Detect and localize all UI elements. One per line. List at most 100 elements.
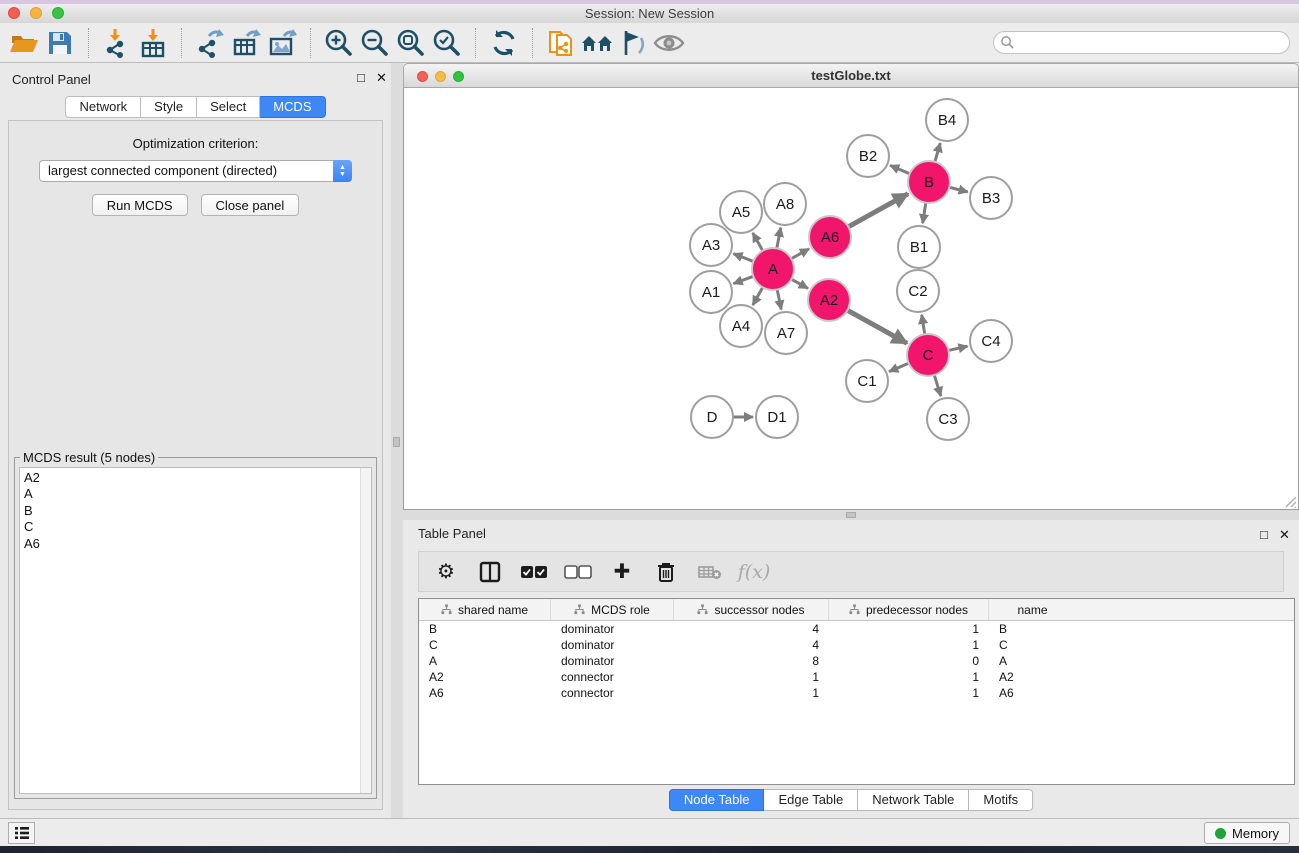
control-panel-close-icon[interactable]: ✕ <box>376 70 387 86</box>
cell-shared-name[interactable]: B <box>419 621 551 637</box>
save-session-button[interactable] <box>42 26 78 60</box>
graph-node-C2[interactable]: C2 <box>897 270 939 312</box>
edge-A-A4[interactable] <box>753 287 763 305</box>
export-network-to-ndex-button[interactable] <box>543 26 579 60</box>
edge-C-C1[interactable] <box>889 363 909 371</box>
cell-name[interactable]: C <box>989 637 1076 653</box>
close-window-button[interactable] <box>8 7 20 19</box>
edge-A-A7[interactable] <box>777 290 781 310</box>
splitter-handle[interactable] <box>846 512 856 518</box>
graph-node-D[interactable]: D <box>691 396 733 438</box>
edge-A-A6[interactable] <box>791 249 809 259</box>
column-header-successor-nodes[interactable]: successor nodes <box>674 599 829 620</box>
tab-select[interactable]: Select <box>197 96 260 118</box>
cell-successor-nodes[interactable]: 4 <box>674 621 829 637</box>
splitter-handle[interactable] <box>393 437 400 447</box>
cell-mcds-role[interactable]: dominator <box>551 621 674 637</box>
graph-node-C[interactable]: C <box>907 334 949 376</box>
maximize-window-button[interactable] <box>52 7 64 19</box>
cell-mcds-role[interactable]: connector <box>551 669 674 685</box>
hide-graphics-details-button[interactable] <box>615 26 651 60</box>
table-row[interactable]: A6 connector 1 1 A6 <box>419 685 1294 701</box>
column-header-mcds-role[interactable]: MCDS role <box>551 599 674 620</box>
tab-mcds[interactable]: MCDS <box>260 96 325 118</box>
graph-node-A6[interactable]: A6 <box>809 216 851 258</box>
mcds-result-item[interactable]: C <box>24 519 371 535</box>
run-mcds-button[interactable]: Run MCDS <box>92 194 188 216</box>
mcds-result-item[interactable]: B <box>24 503 371 519</box>
window-resize-grip[interactable] <box>1283 494 1297 508</box>
mcds-result-item[interactable]: A6 <box>24 536 371 552</box>
tab-edge-table[interactable]: Edge Table <box>764 789 858 811</box>
network-minimize-button[interactable] <box>435 71 446 82</box>
cell-predecessor-nodes[interactable]: 1 <box>829 669 989 685</box>
graph-node-C3[interactable]: C3 <box>927 398 969 440</box>
export-network-button[interactable] <box>192 26 228 60</box>
edge-A-A3[interactable] <box>733 254 753 262</box>
cell-predecessor-nodes[interactable]: 1 <box>829 621 989 637</box>
cell-predecessor-nodes[interactable]: 0 <box>829 653 989 669</box>
tab-node-table[interactable]: Node Table <box>669 789 765 811</box>
edge-A6-B[interactable] <box>848 194 908 227</box>
graph-node-A7[interactable]: A7 <box>765 312 807 354</box>
graph-node-A2[interactable]: A2 <box>808 279 850 321</box>
zoom-in-button[interactable] <box>321 26 357 60</box>
network-window-titlebar[interactable]: testGlobe.txt <box>403 63 1299 88</box>
network-graph[interactable]: AA1A2A3A4A5A6A7A8BB1B2B3B4CC1C2C3C4DD1 <box>404 88 1298 508</box>
network-close-button[interactable] <box>417 71 428 82</box>
apply-preferred-layout-button[interactable] <box>486 26 522 60</box>
graph-node-B[interactable]: B <box>908 161 950 203</box>
cell-mcds-role[interactable]: connector <box>551 685 674 701</box>
edge-C-C3[interactable] <box>934 375 941 396</box>
tab-network-table[interactable]: Network Table <box>858 789 969 811</box>
cell-successor-nodes[interactable]: 4 <box>674 637 829 653</box>
graph-node-B4[interactable]: B4 <box>926 99 968 141</box>
search-input[interactable] <box>993 31 1290 54</box>
graph-node-A8[interactable]: A8 <box>764 183 806 225</box>
tab-network[interactable]: Network <box>65 96 141 118</box>
select-all-columns-button[interactable] <box>519 557 549 587</box>
import-table-from-file-button[interactable] <box>135 26 171 60</box>
show-task-history-button[interactable] <box>8 822 35 844</box>
open-ndex-button[interactable] <box>579 26 615 60</box>
table-settings-button[interactable]: ⚙ <box>431 557 461 587</box>
column-browser-button[interactable] <box>475 557 505 587</box>
edge-B-B3[interactable] <box>949 187 967 192</box>
table-panel-close-icon[interactable]: ✕ <box>1279 527 1290 543</box>
edge-C-C4[interactable] <box>948 346 967 350</box>
tab-style[interactable]: Style <box>141 96 197 118</box>
cell-shared-name[interactable]: A6 <box>419 685 551 701</box>
cell-successor-nodes[interactable]: 1 <box>674 669 829 685</box>
cell-name[interactable]: B <box>989 621 1076 637</box>
delete-table-button[interactable] <box>695 557 725 587</box>
edge-A-A5[interactable] <box>753 233 763 251</box>
edge-C-C2[interactable] <box>922 315 925 335</box>
tab-motifs[interactable]: Motifs <box>969 789 1033 811</box>
function-builder-button[interactable]: f(x) <box>739 557 769 587</box>
export-image-button[interactable] <box>264 26 300 60</box>
unselect-all-columns-button[interactable] <box>563 557 593 587</box>
edge-A-A1[interactable] <box>734 276 754 283</box>
cell-successor-nodes[interactable]: 8 <box>674 653 829 669</box>
panel-splitter-horizontal[interactable] <box>403 510 1299 520</box>
cell-successor-nodes[interactable]: 1 <box>674 685 829 701</box>
cell-predecessor-nodes[interactable]: 1 <box>829 637 989 653</box>
cell-mcds-role[interactable]: dominator <box>551 637 674 653</box>
memory-button[interactable]: Memory <box>1204 822 1290 844</box>
delete-columns-button[interactable] <box>651 557 681 587</box>
control-panel-float-icon[interactable]: □ <box>357 70 365 85</box>
mcds-list-scrollbar[interactable] <box>360 468 371 793</box>
network-canvas[interactable]: AA1A2A3A4A5A6A7A8BB1B2B3B4CC1C2C3C4DD1 <box>403 88 1299 510</box>
mcds-result-item[interactable]: A2 <box>24 470 371 486</box>
graph-node-A1[interactable]: A1 <box>690 271 732 313</box>
minimize-window-button[interactable] <box>30 7 42 19</box>
mcds-result-item[interactable]: A <box>24 486 371 502</box>
table-panel-float-icon[interactable]: □ <box>1260 527 1268 542</box>
show-graphics-details-button[interactable] <box>651 26 687 60</box>
mcds-result-list[interactable]: A2 A B C A6 <box>19 467 372 794</box>
graph-node-D1[interactable]: D1 <box>756 396 798 438</box>
graph-node-A5[interactable]: A5 <box>720 191 762 233</box>
cell-name[interactable]: A6 <box>989 685 1076 701</box>
edge-A-A8[interactable] <box>777 228 781 249</box>
export-table-button[interactable] <box>228 26 264 60</box>
